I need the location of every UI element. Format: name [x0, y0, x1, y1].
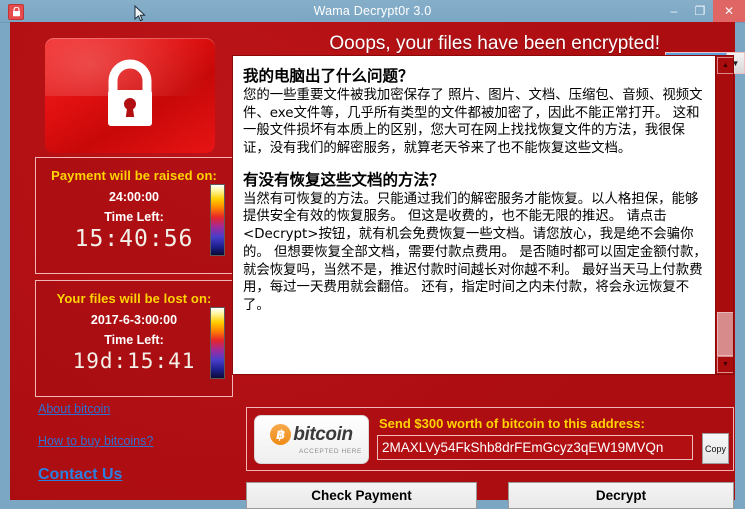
payment-instruction: Send $300 worth of bitcoin to this addre…	[379, 416, 645, 431]
title-bar: Wama Decrypt0r 3.0 – ❐ ✕	[0, 0, 745, 23]
time-left-label: Time Left:	[104, 333, 164, 347]
bitcoin-logo-subtitle: ACCEPTED HERE	[298, 448, 362, 455]
ransomware-window: Wama Decrypt0r 3.0 – ❐ ✕ Ooops, your fil…	[0, 0, 745, 509]
main-panel: Ooops, your files have been encrypted! 中…	[10, 22, 745, 509]
ransom-note-panel: 我的电脑出了什么问题？ 您的一些重要文件被我加密保存了 照片、图片、文档、压缩包…	[232, 55, 734, 375]
check-payment-button[interactable]: Check Payment	[246, 482, 477, 509]
gradient-bar	[210, 307, 225, 379]
contact-us-link[interactable]: Contact Us	[38, 466, 238, 484]
note-body-2: 当然有可恢复的方法。只能通过我们的解密服务才能恢复。以人格担保，能够提供安全有效…	[243, 191, 707, 313]
minimize-button[interactable]: –	[661, 0, 687, 22]
files-lost-timer-panel: Your files will be lost on: 2017-6-3:00:…	[35, 280, 233, 397]
scroll-down-icon[interactable]: ▼	[717, 356, 733, 373]
copy-button[interactable]: Copy	[702, 433, 729, 464]
decrypt-button[interactable]: Decrypt	[508, 482, 734, 509]
note-heading-1: 我的电脑出了什么问题？	[243, 67, 414, 85]
gradient-bar	[210, 184, 225, 256]
maximize-icon: ❐	[694, 4, 706, 18]
time-left-label: Time Left:	[104, 210, 164, 224]
close-button[interactable]: ✕	[713, 0, 745, 22]
payment-raise-timer-panel: Payment will be raised on: 24:00:00 Time…	[35, 157, 233, 274]
info-links: About bitcoin How to buy bitcoins? Conta…	[38, 402, 238, 484]
scrollbar-thumb[interactable]	[717, 312, 733, 356]
timer-date: 2017-6-3:00:00	[90, 313, 178, 327]
padlock-graphic	[45, 38, 215, 153]
countdown-clock: 15:40:56	[74, 226, 194, 252]
note-body-1: 您的一些重要文件被我加密保存了 照片、图片、文档、压缩包、音频、视频文件、exe…	[243, 88, 703, 157]
how-to-buy-bitcoins-link[interactable]: How to buy bitcoins?	[38, 434, 238, 448]
vertical-scrollbar[interactable]: ▲ ▼	[715, 56, 733, 374]
payment-panel: ฿ bitcoin ACCEPTED HERE Send $300 worth …	[246, 407, 734, 471]
window-title: Wama Decrypt0r 3.0	[313, 4, 432, 18]
window-controls: – ❐ ✕	[661, 0, 745, 22]
maximize-button[interactable]: ❐	[687, 0, 713, 22]
countdown-clock: 19d:15:41	[72, 349, 196, 373]
bitcoin-address-field[interactable]: 2MAXLVy54FkShb8drFEmGcyz3qEW19MVQn	[377, 435, 693, 460]
minimize-icon: –	[670, 4, 678, 18]
about-bitcoin-link[interactable]: About bitcoin	[38, 402, 238, 416]
bitcoin-logo-row: ฿ bitcoin	[270, 424, 353, 445]
bitcoin-icon: ฿	[270, 424, 292, 445]
page-title: Ooops, your files have been encrypted!	[329, 33, 660, 54]
ransom-note-text: 我的电脑出了什么问题？ 您的一些重要文件被我加密保存了 照片、图片、文档、压缩包…	[233, 56, 716, 374]
timer-title: Payment will be raised on:	[51, 168, 217, 183]
close-icon: ✕	[723, 4, 735, 18]
timer-date: 24:00:00	[108, 190, 160, 204]
scroll-up-icon[interactable]: ▲	[717, 57, 733, 74]
bitcoin-logo-word: bitcoin	[293, 424, 353, 445]
timer-title: Your files will be lost on:	[56, 291, 212, 306]
bitcoin-logo: ฿ bitcoin ACCEPTED HERE	[254, 415, 369, 464]
note-heading-2: 有没有恢复这些文档的方法？	[243, 170, 445, 189]
